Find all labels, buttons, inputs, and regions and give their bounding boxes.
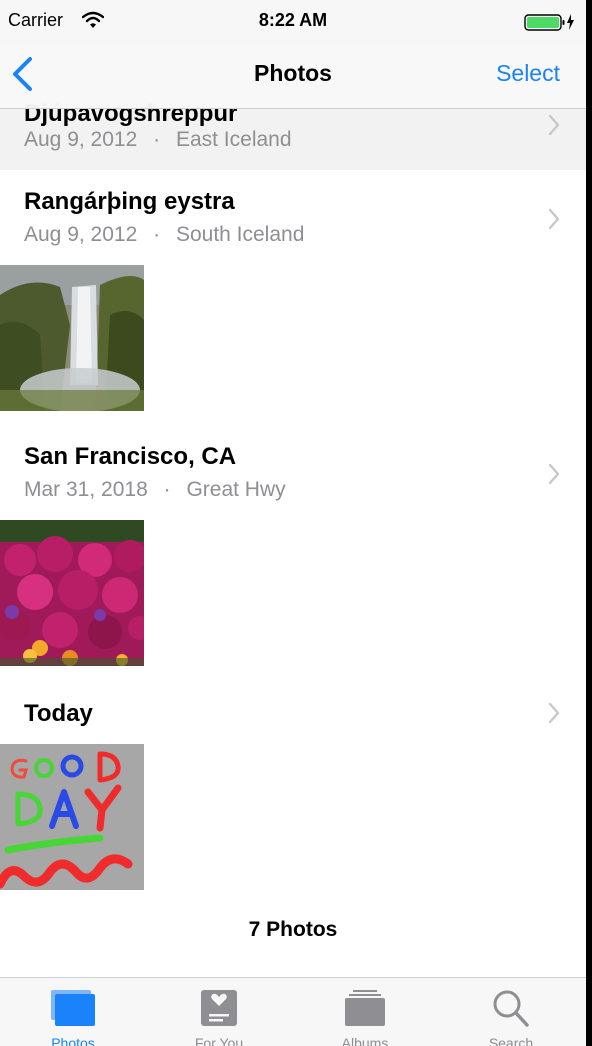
tab-albums[interactable]: Albums (292, 978, 438, 1046)
for-you-icon (201, 990, 237, 1026)
chevron-right-icon (548, 208, 560, 230)
photo-thumbnail-good-day[interactable] (0, 744, 144, 890)
search-icon (493, 990, 529, 1027)
tab-label: Photos (51, 1035, 95, 1046)
moment-header[interactable]: Today (0, 680, 586, 742)
battery-charging-icon (524, 14, 574, 31)
navigation-bar: Photos Select (0, 44, 586, 109)
tab-bar: Photos For You Albums Search (0, 977, 586, 1046)
chevron-right-icon (548, 463, 560, 485)
moment-location: East Iceland (175, 128, 292, 151)
albums-icon (345, 990, 385, 1026)
moment-header[interactable]: San Francisco, CA Mar 31, 2018 · Great H… (0, 425, 586, 519)
moment-subtitle: Aug 9, 2012 · East Iceland (24, 128, 292, 152)
moment-date: Aug 9, 2012 (24, 223, 138, 246)
separator: · (153, 223, 161, 246)
moment-subtitle: Aug 9, 2012 · South Iceland (24, 223, 304, 247)
separator: · (163, 478, 171, 501)
moment-date: Aug 9, 2012 (24, 128, 138, 151)
tab-search[interactable]: Search (438, 978, 584, 1046)
moment-header[interactable]: Rangárþing eystra Aug 9, 2012 · South Ic… (0, 170, 586, 264)
status-bar: Carrier 8:22 AM (0, 0, 586, 44)
photo-thumbnail-flowers[interactable] (0, 520, 144, 666)
separator: · (153, 128, 161, 151)
photos-screen: Carrier 8:22 AM Photos Select Djúpavogsh… (0, 0, 586, 1046)
chevron-right-icon (548, 114, 560, 136)
select-button[interactable]: Select (496, 60, 560, 87)
tab-label: For You (194, 1035, 244, 1046)
moment-title: San Francisco, CA (24, 443, 237, 470)
photo-count-label: 7 Photos (248, 918, 338, 941)
photos-icon (51, 990, 95, 1026)
tab-photos[interactable]: Photos (0, 978, 146, 1046)
moment-location: South Iceland (175, 223, 305, 246)
tab-label: Search (488, 1035, 534, 1046)
moment-subtitle: Mar 31, 2018 · Great Hwy (24, 478, 286, 502)
moment-date: Mar 31, 2018 (24, 478, 148, 501)
tab-label: Albums (341, 1035, 389, 1046)
photo-thumbnail-waterfall[interactable] (0, 265, 144, 411)
moment-location: Great Hwy (186, 478, 286, 501)
tab-for-you[interactable]: For You (146, 978, 292, 1046)
status-time: 8:22 AM (258, 10, 328, 30)
moment-title: Rangárþing eystra (24, 188, 235, 215)
chevron-right-icon (548, 702, 560, 724)
moment-title: Today (24, 700, 93, 727)
